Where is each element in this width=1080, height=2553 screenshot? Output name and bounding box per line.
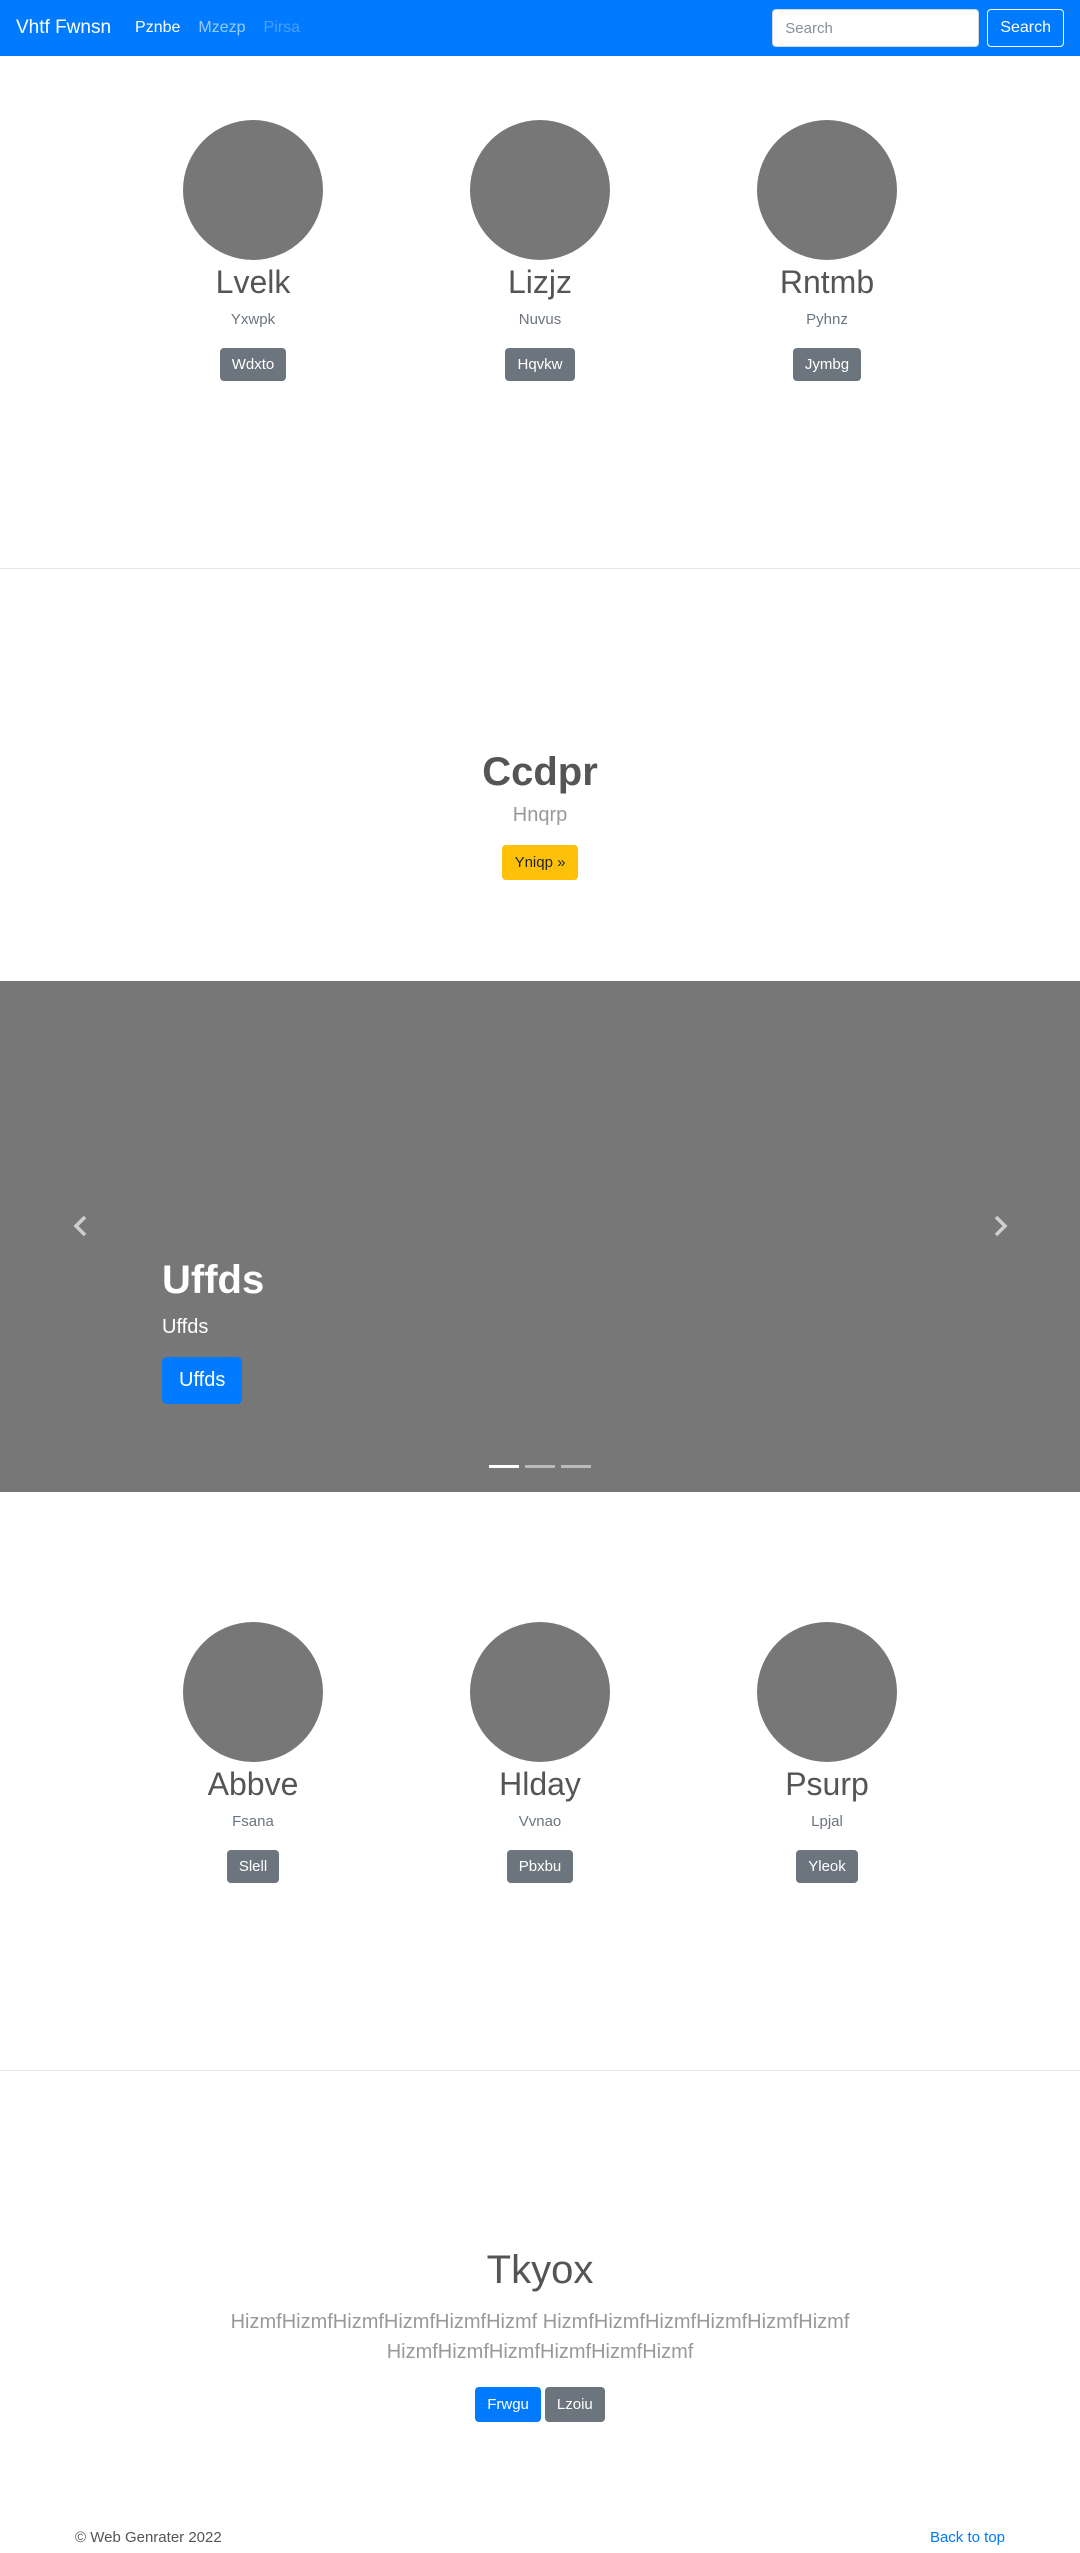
footer-copyright: © Web Genrater 2022 <box>75 2529 222 2546</box>
profile-name: Lizjz <box>507 264 572 300</box>
carousel-indicators <box>0 1465 1080 1468</box>
nav-links: Pznbe Mzezp Pirsa <box>135 19 300 37</box>
avatar <box>757 120 897 260</box>
search-input[interactable] <box>772 9 980 47</box>
jumbotron-secondary-button[interactable]: Lzoiu <box>544 2387 605 2422</box>
section-divider <box>0 568 1080 569</box>
profile-name: Hlday <box>499 1766 581 1802</box>
profile-subtitle: Yxwpk <box>230 311 276 328</box>
profile-name: Rntmb <box>779 264 875 300</box>
carousel-prev-icon[interactable] <box>66 1211 96 1241</box>
jumbotron: Tkyox HizmfHizmfHizmfHizmfHizmfHizmf Hiz… <box>0 2245 1080 2422</box>
profile-subtitle: Vvnao <box>518 1813 562 1830</box>
jumbotron-title: Tkyox <box>486 2248 594 2292</box>
nav-link-pirsa: Pirsa <box>263 19 300 36</box>
profile-button[interactable]: Pbxbu <box>506 1850 574 1883</box>
avatar <box>470 1622 610 1762</box>
search-button[interactable]: Search <box>987 9 1064 47</box>
jumbotron-primary-button[interactable]: Frwgu <box>475 2387 541 2422</box>
carousel-indicator[interactable] <box>489 1465 519 1468</box>
jumbotron-text: HizmfHizmfHizmfHizmfHizmfHizmf HizmfHizm… <box>230 2311 850 2363</box>
profile-button[interactable]: Slell <box>226 1850 280 1883</box>
profile-button[interactable]: Hqvkw <box>505 348 575 381</box>
profile-name: Psurp <box>785 1766 869 1802</box>
avatar <box>470 120 610 260</box>
avatar <box>757 1622 897 1762</box>
section-divider <box>0 2070 1080 2071</box>
nav-link-mzezp[interactable]: Mzezp <box>198 19 245 37</box>
profile-button[interactable]: Yleok <box>796 1850 858 1883</box>
profile-card: Psurp Lpjal Yleok <box>707 1622 947 1883</box>
profile-button[interactable]: Wdxto <box>219 348 287 381</box>
feature-button[interactable]: Yniqp » <box>501 845 579 880</box>
profile-button[interactable]: Jymbg <box>792 348 862 381</box>
nav-link-pznbe[interactable]: Pznbe <box>135 19 180 37</box>
avatar <box>183 1622 323 1762</box>
carousel-indicator[interactable] <box>525 1465 555 1468</box>
carousel-button[interactable]: Uffds <box>162 1357 243 1404</box>
carousel-caption: Uffds Uffds Uffds <box>162 1256 264 1404</box>
profile-card: Rntmb Pyhnz Jymbg <box>707 120 947 381</box>
profile-card: Abbve Fsana Slell <box>133 1622 373 1883</box>
carousel-title: Uffds <box>162 1258 265 1302</box>
profile-card: Hlday Vvnao Pbxbu <box>420 1622 660 1883</box>
search-form: Search <box>772 9 1064 47</box>
brand-link[interactable]: Vhtf Fwnsn <box>16 17 111 39</box>
profile-name: Lvelk <box>215 264 291 300</box>
avatar <box>183 120 323 260</box>
carousel-indicator[interactable] <box>561 1465 591 1468</box>
carousel-next-icon[interactable] <box>985 1211 1015 1241</box>
feature-section: Ccdpr Hnqrp Yniqp » <box>0 748 1080 880</box>
feature-subtitle: Hnqrp <box>512 804 568 826</box>
carousel-subtitle: Uffds <box>162 1316 209 1338</box>
back-to-top-link[interactable]: Back to top <box>930 2529 1005 2546</box>
carousel: Uffds Uffds Uffds <box>0 981 1080 1492</box>
profile-card: Lvelk Yxwpk Wdxto <box>133 120 373 381</box>
profile-name: Abbve <box>207 1766 299 1802</box>
profile-card: Lizjz Nuvus Hqvkw <box>420 120 660 381</box>
jumbotron-buttons: Frwgu Lzoiu <box>0 2387 1080 2422</box>
profile-subtitle: Pyhnz <box>806 311 848 328</box>
navbar: Vhtf Fwnsn Pznbe Mzezp Pirsa Search <box>0 0 1080 56</box>
feature-title: Ccdpr <box>482 750 598 794</box>
profile-subtitle: Nuvus <box>518 311 562 328</box>
profile-subtitle: Fsana <box>232 1813 274 1830</box>
footer: © Web Genrater 2022 Back to top <box>75 2529 1005 2546</box>
profile-subtitle: Lpjal <box>811 1813 843 1830</box>
